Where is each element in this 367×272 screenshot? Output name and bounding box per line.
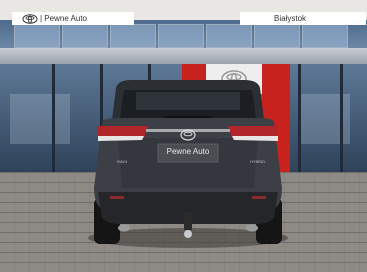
dealership-scene: Pewne Auto RAV4 HYBRID | Pewne Auto Biał… [0, 0, 367, 272]
toyota-logo-icon [22, 14, 38, 24]
dealer-label: | Pewne Auto [40, 14, 87, 23]
glass-reflection [10, 94, 70, 144]
window-pane [302, 24, 348, 48]
window-pane [158, 24, 204, 48]
window-pane [14, 24, 60, 48]
window-pane [62, 24, 108, 48]
window-pane [206, 24, 252, 48]
window-pane [110, 24, 156, 48]
mullion [52, 64, 55, 172]
city-header-card: Białystok [240, 12, 366, 25]
window-pane [254, 24, 300, 48]
mullion [340, 64, 343, 172]
rear-badge-right: HYBRID [250, 159, 266, 164]
rear-badge-left: RAV4 [117, 159, 128, 164]
dealer-header-card: | Pewne Auto [12, 12, 134, 25]
city-label: Białystok [274, 14, 307, 23]
plate-text: Pewne Auto [166, 147, 210, 156]
mullion [298, 64, 301, 172]
